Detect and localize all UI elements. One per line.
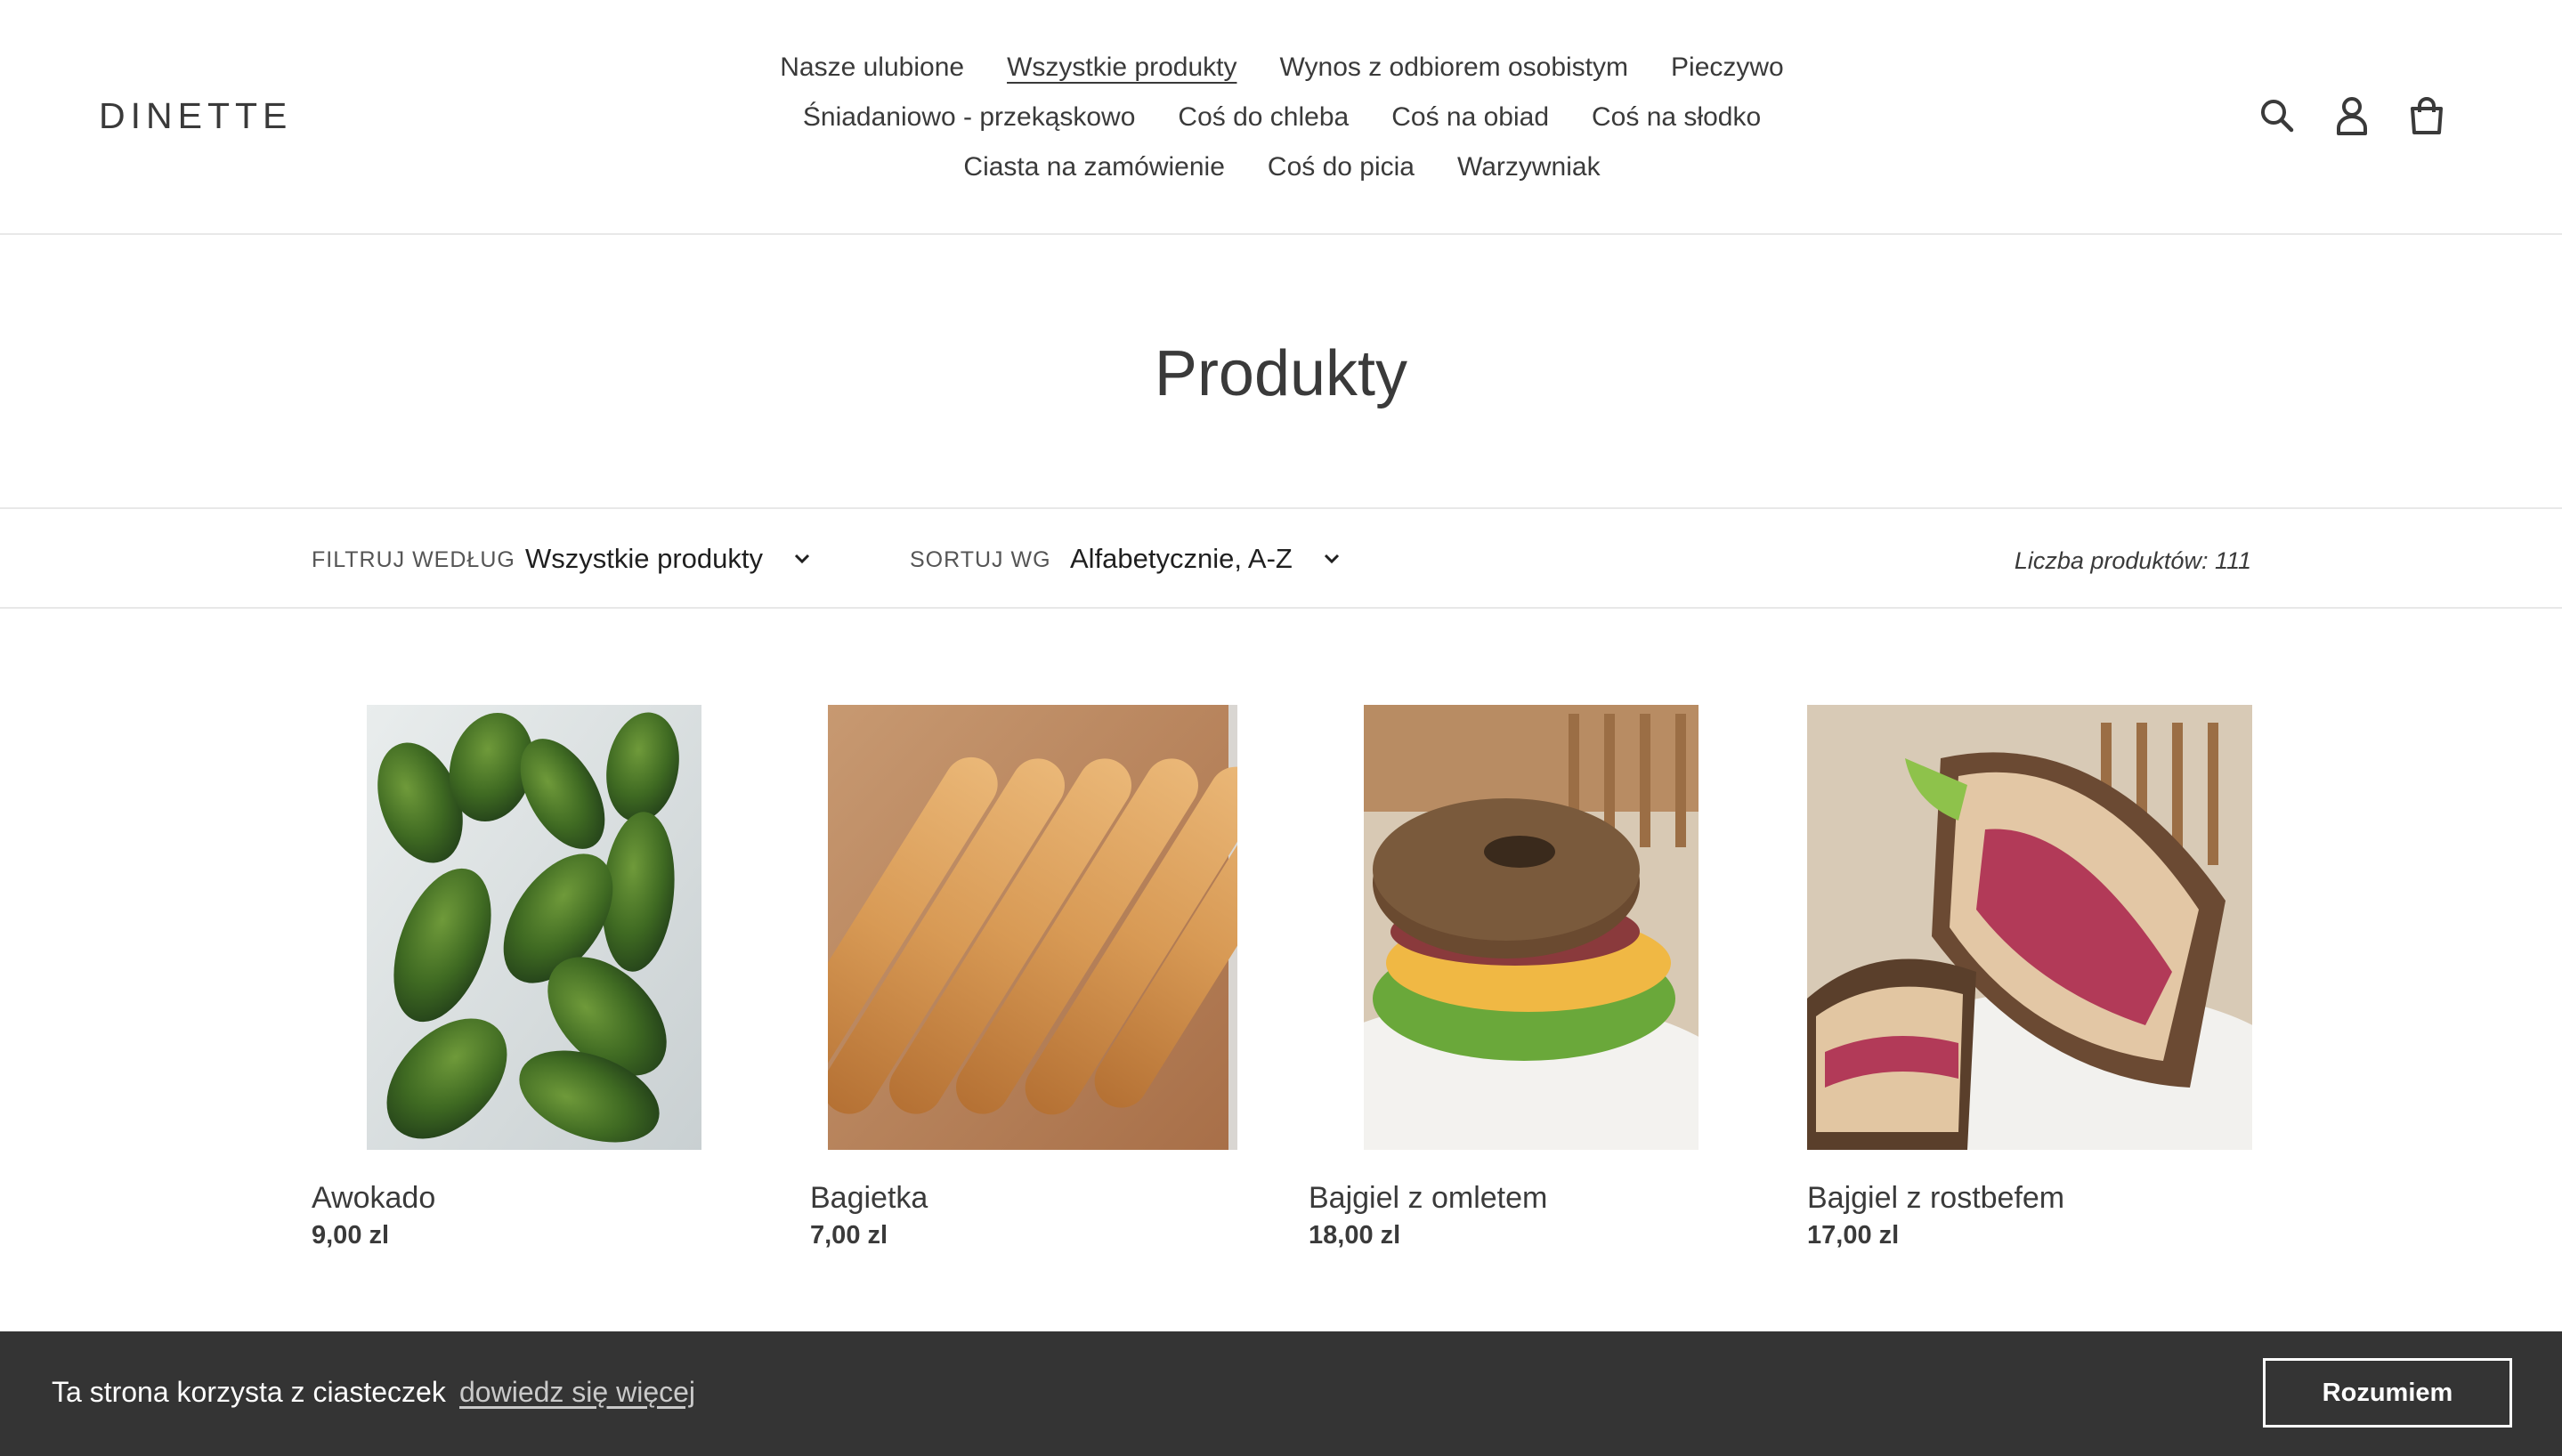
product-name[interactable]: Bajgiel z rostbefem	[1807, 1177, 2064, 1219]
cookie-accept-button[interactable]: Rozumiem	[2263, 1358, 2512, 1428]
product-price: 9,00 zl	[312, 1221, 390, 1250]
nav-item-wszystkie-produkty[interactable]: Wszystkie produkty	[1007, 43, 1236, 93]
filter-label: FILTRUJ WEDŁUG	[312, 547, 515, 572]
product-image[interactable]	[810, 705, 1255, 1150]
product-name[interactable]: Bajgiel z omletem	[1309, 1177, 1547, 1219]
nav-item-cos-na-obiad[interactable]: Coś na obiad	[1391, 93, 1549, 142]
product-price: 7,00 zl	[810, 1221, 888, 1250]
product-price: 18,00 zl	[1309, 1221, 1401, 1250]
nav-item-wynos[interactable]: Wynos z odbiorem osobistym	[1279, 43, 1628, 93]
product-card-bajgiel-omlet[interactable]: Bajgiel z omletem 18,00 zl	[1309, 705, 1754, 1250]
product-card-bajgiel-rostbef[interactable]: Bajgiel z rostbefem 17,00 zl	[1807, 705, 2252, 1250]
nav-item-ciasta[interactable]: Ciasta na zamówienie	[963, 142, 1224, 192]
sort-label: SORTUJ WG	[910, 547, 1051, 572]
nav-row-2: Śniadaniowo - przekąskowo Coś do chleba …	[499, 93, 2065, 142]
product-count: Liczba produktów: 111	[2014, 547, 2251, 574]
brand-logo[interactable]: DINETTE	[99, 93, 292, 139]
nav-item-cos-na-slodko[interactable]: Coś na słodko	[1592, 93, 1761, 142]
chevron-down-icon	[793, 553, 811, 565]
avocados-photo	[367, 705, 701, 1150]
nav-item-warzywniak[interactable]: Warzywniak	[1457, 142, 1601, 192]
header-icons	[2258, 93, 2446, 139]
chevron-down-icon	[1323, 553, 1341, 565]
site-header: DINETTE Nasze ulubione Wszystkie produkt…	[0, 0, 2562, 235]
cart-icon[interactable]	[2407, 93, 2446, 139]
product-name[interactable]: Awokado	[312, 1177, 435, 1219]
product-price: 17,00 zl	[1807, 1221, 1900, 1250]
product-image[interactable]	[1309, 705, 1754, 1150]
nav-row-1: Nasze ulubione Wszystkie produkty Wynos …	[499, 43, 2065, 93]
product-card-bagietka[interactable]: Bagietka 7,00 zl	[810, 705, 1255, 1250]
nav-row-3: Ciasta na zamówienie Coś do picia Warzyw…	[499, 142, 2065, 192]
filter-select-value: Wszystkie produkty	[525, 543, 764, 574]
nav-item-nasze-ulubione[interactable]: Nasze ulubione	[780, 43, 964, 93]
nav-item-pieczywo[interactable]: Pieczywo	[1671, 43, 1784, 93]
bagel-omelette-photo	[1364, 705, 1699, 1150]
baguettes-photo	[828, 705, 1237, 1150]
nav-item-sniadaniowo[interactable]: Śniadaniowo - przekąskowo	[803, 93, 1136, 142]
cookie-banner: Ta strona korzysta z ciasteczek dowiedz …	[0, 1331, 2562, 1456]
cookie-message: Ta strona korzysta z ciasteczek	[52, 1376, 446, 1408]
main-nav: Nasze ulubione Wszystkie produkty Wynos …	[499, 43, 2065, 192]
product-image[interactable]	[1807, 705, 2252, 1150]
sort-select-value: Alfabetycznie, A-Z	[1070, 543, 1293, 574]
search-icon[interactable]	[2258, 93, 2297, 139]
filter-select[interactable]: Wszystkie produkty	[525, 539, 811, 578]
cookie-learn-more-link[interactable]: dowiedz się więcej	[459, 1374, 695, 1410]
bagel-roastbeef-photo	[1807, 705, 2252, 1150]
filter-bar: FILTRUJ WEDŁUG Wszystkie produkty SORTUJ…	[0, 507, 2562, 609]
sort-select[interactable]: Alfabetycznie, A-Z	[1070, 539, 1341, 578]
account-icon[interactable]	[2332, 93, 2371, 139]
product-name[interactable]: Bagietka	[810, 1177, 928, 1219]
nav-item-cos-do-picia[interactable]: Coś do picia	[1268, 142, 1415, 192]
product-image[interactable]	[312, 705, 757, 1150]
nav-item-cos-do-chleba[interactable]: Coś do chleba	[1178, 93, 1349, 142]
product-card-awokado[interactable]: Awokado 9,00 zl	[312, 705, 757, 1250]
page-title: Produkty	[1154, 338, 1408, 409]
